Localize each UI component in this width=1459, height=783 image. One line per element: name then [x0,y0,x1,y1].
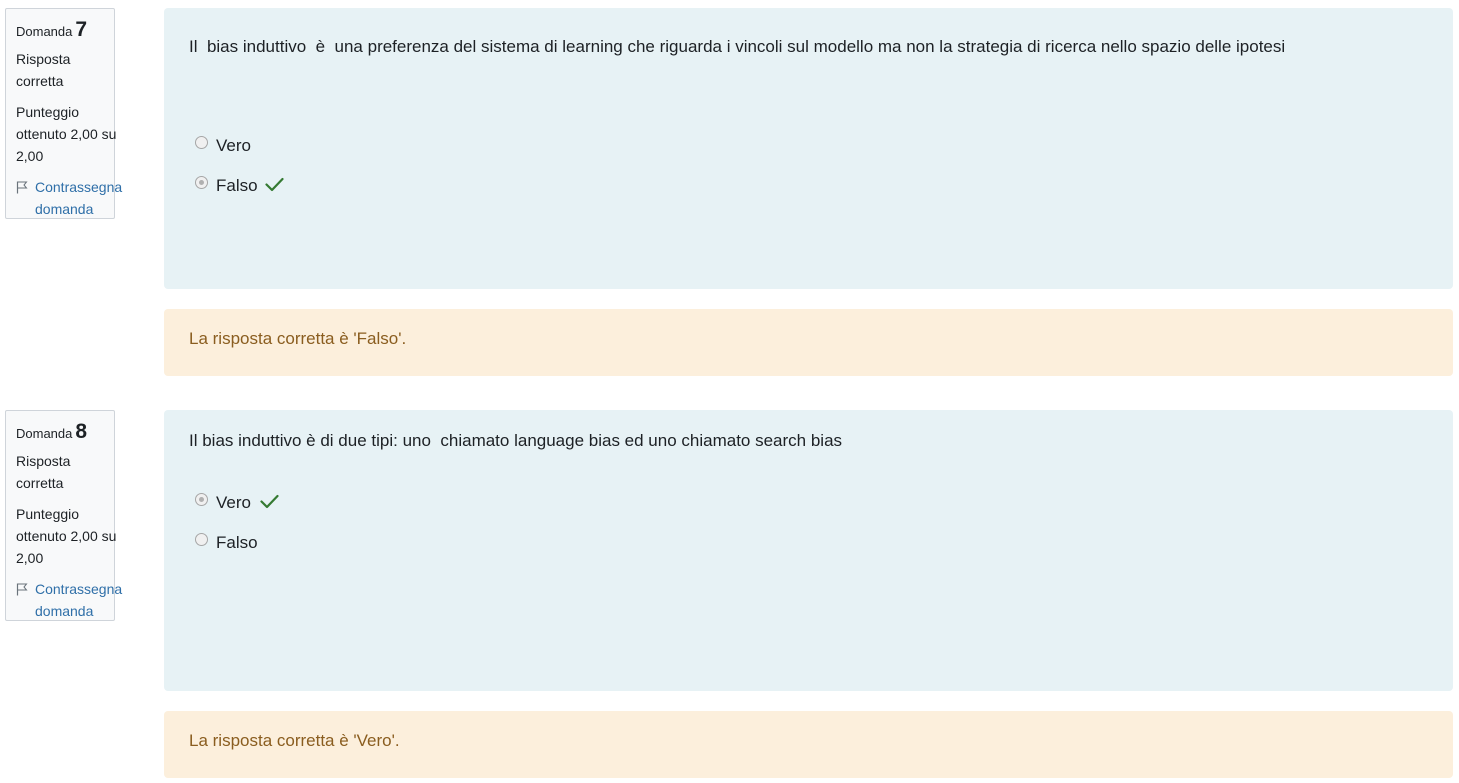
flag-question-label: Contrassegna domanda [35,179,123,217]
correct-answer-feedback: La risposta corretta è 'Vero'. [164,711,1453,778]
flag-icon [16,583,28,596]
flag-question-link[interactable]: Contrassegna domanda [16,578,122,622]
radio-button[interactable] [195,136,208,149]
radio-button[interactable] [195,533,208,546]
answer-label: Falso [216,533,258,552]
question-grade: Punteggio ottenuto 2,00 su 2,00 [16,104,117,164]
question-text: Il bias induttivo è una preferenza del s… [189,37,1286,56]
question-formulation: Il bias induttivo è una preferenza del s… [164,8,1453,289]
check-icon [260,494,279,509]
question-number: 7 [75,18,88,41]
question-grade: Punteggio ottenuto 2,00 su 2,00 [16,506,117,566]
question-state: Risposta corretta [16,51,71,89]
question-number-line: Domanda 8 [16,421,114,445]
check-icon [265,177,284,192]
question-info: Domanda 7 Risposta corretta Punteggio ott… [5,8,122,220]
answer-label: Vero [216,493,251,512]
answer-label: Vero [216,136,251,155]
question-label: Domanda [16,426,73,441]
flag-question-label: Contrassegna domanda [35,581,123,619]
radio-button-selected[interactable] [195,176,208,189]
question-formulation: Il bias induttivo è di due tipi: uno chi… [164,410,1453,691]
question-number: 8 [75,420,88,443]
correct-answer-feedback: La risposta corretta è 'Falso'. [164,309,1453,376]
question-text: Il bias induttivo è di due tipi: uno chi… [189,431,843,450]
radio-button-selected[interactable] [195,493,208,506]
flag-icon [16,181,28,194]
question-info: Domanda 8 Risposta corretta Punteggio ott… [5,410,122,622]
question-label: Domanda [16,24,73,39]
question-state: Risposta corretta [16,453,71,491]
question-number-line: Domanda 7 [16,19,114,43]
flag-question-link[interactable]: Contrassegna domanda [16,176,122,220]
answer-label: Falso [216,176,258,195]
